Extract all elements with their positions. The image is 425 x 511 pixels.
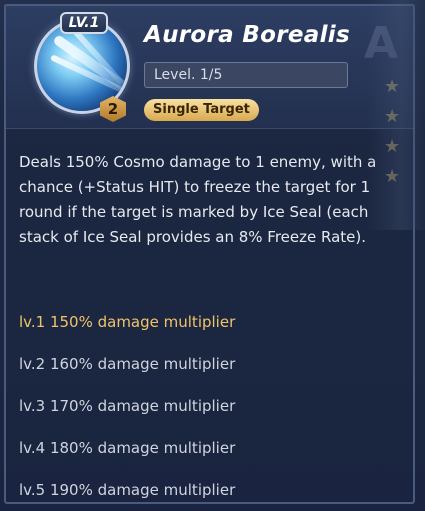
level-list: lv.1 150% damage multiplier lv.2 160% da… (19, 308, 399, 511)
level-item-3: lv.3 170% damage multiplier (19, 397, 236, 415)
level-item-1: lv.1 150% damage multiplier (19, 313, 236, 331)
skill-name: Aurora Borealis (144, 22, 350, 48)
star-icon: ★ (384, 136, 401, 157)
star-icon: ★ (384, 76, 401, 97)
level-item-2: lv.2 160% damage multiplier (19, 355, 236, 373)
skill-level-box: Level. 1/5 (144, 62, 348, 88)
level-item-5: lv.5 190% damage multiplier (19, 481, 236, 499)
skill-tooltip-panel: LV.1 2 Aurora Borealis Level. 1/5 Single… (0, 0, 425, 511)
star-icon: ★ (384, 166, 401, 187)
skill-description: Deals 150% Cosmo damage to 1 enemy, with… (19, 153, 377, 246)
skill-header: LV.1 2 Aurora Borealis Level. 1/5 Single… (4, 4, 415, 187)
target-type-pill: Single Target (144, 99, 259, 121)
star-icon: ★ (384, 106, 401, 127)
level-item-4: lv.4 180% damage multiplier (19, 439, 236, 457)
emblem-letter-icon: A (364, 18, 399, 69)
icon-level-tag: LV.1 (60, 12, 108, 34)
